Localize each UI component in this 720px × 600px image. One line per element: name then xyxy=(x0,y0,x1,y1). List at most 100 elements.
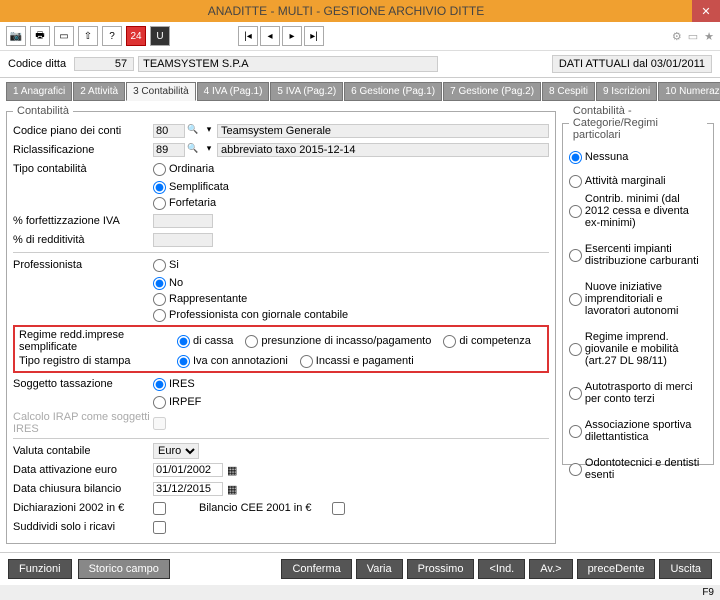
tab-numerazioni[interactable]: 10 Numerazioni, date, indici xyxy=(658,82,720,101)
dropdown-icon[interactable]: ▾ xyxy=(203,143,215,157)
tab-iva1[interactable]: 4 IVA (Pag.1) xyxy=(197,82,270,101)
radio-cat-carburanti[interactable] xyxy=(569,249,582,262)
valuta-select[interactable]: Euro xyxy=(153,443,199,459)
tab-attivita[interactable]: 2 Attività xyxy=(73,82,125,101)
piano-desc: Teamsystem Generale xyxy=(217,124,549,138)
doc-icon[interactable]: ▭ xyxy=(688,30,698,43)
uscita-button[interactable]: Uscita xyxy=(659,559,712,579)
radio-cat-nessuna[interactable] xyxy=(569,151,582,164)
radio-prof-no[interactable] xyxy=(153,277,166,290)
att-input[interactable] xyxy=(153,463,223,477)
tipo-label: Tipo contabilità xyxy=(13,163,153,175)
tab-gestione2[interactable]: 7 Gestione (Pag.2) xyxy=(443,82,541,101)
radio-competenza-label: di competenza xyxy=(459,335,531,347)
calendar-icon[interactable]: ▦ xyxy=(227,483,237,496)
forf-input[interactable] xyxy=(153,214,213,228)
radio-prof-rapp[interactable] xyxy=(153,293,166,306)
calendar-icon[interactable]: ▦ xyxy=(227,464,237,477)
star-icon[interactable]: ★ xyxy=(704,30,714,43)
redd-input[interactable] xyxy=(153,233,213,247)
regime-highlight: Regime redd.imprese semplificate di cass… xyxy=(13,325,549,373)
radio-ires-label: IRES xyxy=(169,378,195,390)
ind-button[interactable]: <Ind. xyxy=(478,559,525,579)
radio-cat-giovanile[interactable] xyxy=(569,343,582,356)
prof-label: Professionista xyxy=(13,259,153,271)
radio-ordinaria-label: Ordinaria xyxy=(169,163,214,175)
nav-next-icon[interactable]: ▸ xyxy=(282,26,302,46)
varia-button[interactable]: Varia xyxy=(356,559,403,579)
radio-presunzione[interactable] xyxy=(245,335,258,348)
nav-last-icon[interactable]: ▸| xyxy=(304,26,324,46)
dich-checkbox[interactable] xyxy=(153,502,166,515)
close-button[interactable]: ✕ xyxy=(692,0,720,22)
nav-prev-icon[interactable]: ◂ xyxy=(260,26,280,46)
prossimo-button[interactable]: Prossimo xyxy=(407,559,475,579)
dich-label: Dichiarazioni 2002 in € xyxy=(13,502,153,514)
cat-minimi-label: Contrib. minimi (dal 2012 cessa e divent… xyxy=(585,193,707,229)
cat-nessuna-label: Nessuna xyxy=(585,151,628,163)
radio-prof-si[interactable] xyxy=(153,259,166,272)
lookup-icon[interactable]: 🔍 xyxy=(187,143,199,157)
tab-iva2[interactable]: 5 IVA (Pag.2) xyxy=(270,82,343,101)
radio-semplificata-label: Semplificata xyxy=(169,181,229,193)
registro-label: Tipo registro di stampa xyxy=(19,355,177,367)
nav-first-icon[interactable]: |◂ xyxy=(238,26,258,46)
tab-contabilita[interactable]: 3 Contabilità xyxy=(126,82,196,101)
radio-iva-annot-label: Iva con annotazioni xyxy=(193,355,288,367)
tab-bar: 1 Anagrafici 2 Attività 3 Contabilità 4 … xyxy=(0,78,720,101)
precedente-button[interactable]: preceDente xyxy=(577,559,656,579)
radio-ires[interactable] xyxy=(153,378,166,391)
radio-irpef[interactable] xyxy=(153,396,166,409)
camera-icon[interactable]: 📷 xyxy=(6,26,26,46)
forf-label: % forfettizzazione IVA xyxy=(13,215,153,227)
bilcee-checkbox[interactable] xyxy=(332,502,345,515)
folder-icon[interactable]: ▭ xyxy=(54,26,74,46)
radio-cat-minimi[interactable] xyxy=(569,205,582,218)
tab-anagrafici[interactable]: 1 Anagrafici xyxy=(6,82,72,101)
piano-input[interactable] xyxy=(153,124,185,138)
upload-icon[interactable]: ⇧ xyxy=(78,26,98,46)
header-row: Codice ditta 57 TEAMSYSTEM S.P.A DATI AT… xyxy=(0,51,720,78)
code-value[interactable]: 57 xyxy=(74,57,134,71)
radio-incassi-label: Incassi e pagamenti xyxy=(316,355,414,367)
num24-icon[interactable]: 24 xyxy=(126,26,146,46)
radio-ordinaria[interactable] xyxy=(153,163,166,176)
radio-cat-odonto[interactable] xyxy=(569,463,582,476)
radio-cat-sportiva[interactable] xyxy=(569,425,582,438)
radio-cat-marginali[interactable] xyxy=(569,175,582,188)
radio-forfetaria[interactable] xyxy=(153,197,166,210)
tab-cespiti[interactable]: 8 Cespiti xyxy=(542,82,595,101)
av-button[interactable]: Av.> xyxy=(529,559,572,579)
riclass-label: Riclassificazione xyxy=(13,144,153,156)
regime-label: Regime redd.imprese semplificate xyxy=(19,329,177,353)
lookup-icon[interactable]: 🔍 xyxy=(187,124,199,138)
radio-cat-nuove[interactable] xyxy=(569,293,582,306)
tab-gestione1[interactable]: 6 Gestione (Pag.1) xyxy=(344,82,442,101)
print-icon[interactable]: 🖶 xyxy=(30,26,50,46)
chius-label: Data chiusura bilancio xyxy=(13,483,153,495)
radio-cassa[interactable] xyxy=(177,335,190,348)
radio-prof-giornale[interactable] xyxy=(153,309,166,322)
help-icon[interactable]: ? xyxy=(102,26,122,46)
storico-button[interactable]: Storico campo xyxy=(78,559,170,579)
tab-iscrizioni[interactable]: 9 Iscrizioni xyxy=(596,82,657,101)
sudd-checkbox[interactable] xyxy=(153,521,166,534)
radio-prof-no-label: No xyxy=(169,277,183,289)
conferma-button[interactable]: Conferma xyxy=(281,559,351,579)
att-label: Data attivazione euro xyxy=(13,464,153,476)
dropdown-icon[interactable]: ▾ xyxy=(203,124,215,138)
gear-icon[interactable]: ⚙ xyxy=(672,30,682,43)
radio-semplificata[interactable] xyxy=(153,181,166,194)
date-info: DATI ATTUALI dal 03/01/2011 xyxy=(552,55,712,73)
radio-cat-autotrasporto[interactable] xyxy=(569,387,582,400)
bilcee-label: Bilancio CEE 2001 in € xyxy=(199,502,312,514)
cat-carburanti-label: Esercenti impianti distribuzione carbura… xyxy=(585,243,707,267)
riclass-input[interactable] xyxy=(153,143,185,157)
chius-input[interactable] xyxy=(153,482,223,496)
radio-iva-annot[interactable] xyxy=(177,355,190,368)
radio-competenza[interactable] xyxy=(443,335,456,348)
categorie-group: Contabilità - Categorie/Regimi particola… xyxy=(562,105,714,465)
radio-incassi[interactable] xyxy=(300,355,313,368)
funzioni-button[interactable]: Funzioni xyxy=(8,559,72,579)
u-icon[interactable]: U xyxy=(150,26,170,46)
